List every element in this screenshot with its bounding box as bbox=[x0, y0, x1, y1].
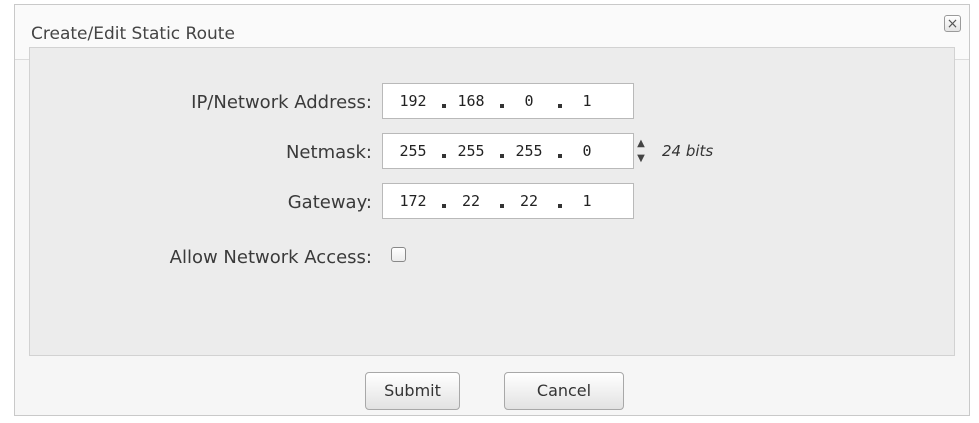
allow-network-access-checkbox[interactable] bbox=[391, 247, 406, 262]
octet-separator bbox=[500, 154, 504, 158]
ip-octet-2[interactable]: 168 bbox=[451, 84, 491, 118]
gateway-octet-3[interactable]: 22 bbox=[509, 184, 549, 218]
octet-separator bbox=[500, 104, 504, 108]
cancel-button[interactable]: Cancel bbox=[504, 372, 624, 410]
gateway-row: Gateway: 172 22 22 1 bbox=[30, 183, 956, 219]
octet-separator bbox=[558, 204, 562, 208]
netmask-input[interactable]: 255 255 255 0 bbox=[382, 133, 634, 169]
octet-separator bbox=[558, 154, 562, 158]
octet-separator bbox=[558, 104, 562, 108]
dialog-footer: Submit Cancel bbox=[15, 357, 969, 415]
static-route-dialog: Create/Edit Static Route × IP/Network Ad… bbox=[14, 4, 970, 416]
allow-network-access-label: Allow Network Access: bbox=[169, 247, 372, 268]
octet-separator bbox=[442, 204, 446, 208]
allow-network-access-row: Allow Network Access: bbox=[30, 238, 956, 274]
ip-address-input[interactable]: 192 168 0 1 bbox=[382, 83, 634, 119]
ip-octet-1[interactable]: 192 bbox=[393, 84, 433, 118]
netmask-row: Netmask: 255 255 255 0 ▲ ▼ 24 bits bbox=[30, 133, 956, 169]
netmask-octet-1[interactable]: 255 bbox=[393, 134, 433, 168]
netmask-bits-label: 24 bits bbox=[662, 142, 714, 160]
dialog-title: Create/Edit Static Route bbox=[31, 24, 235, 44]
submit-button[interactable]: Submit bbox=[365, 372, 460, 410]
ip-address-row: IP/Network Address: 192 168 0 1 bbox=[30, 83, 956, 119]
ip-octet-3[interactable]: 0 bbox=[509, 84, 549, 118]
octet-separator bbox=[442, 104, 446, 108]
chevron-up-icon[interactable]: ▲ bbox=[634, 137, 648, 150]
gateway-label: Gateway: bbox=[287, 192, 372, 213]
netmask-spinner[interactable]: ▲ ▼ bbox=[634, 137, 648, 165]
octet-separator bbox=[442, 154, 446, 158]
close-icon[interactable]: × bbox=[944, 15, 961, 32]
chevron-down-icon[interactable]: ▼ bbox=[634, 152, 648, 165]
gateway-octet-4[interactable]: 1 bbox=[567, 184, 607, 218]
netmask-octet-3[interactable]: 255 bbox=[509, 134, 549, 168]
form-panel: IP/Network Address: 192 168 0 1 Netmask:… bbox=[29, 47, 955, 356]
gateway-octet-2[interactable]: 22 bbox=[451, 184, 491, 218]
ip-address-label: IP/Network Address: bbox=[191, 92, 372, 113]
gateway-octet-1[interactable]: 172 bbox=[393, 184, 433, 218]
netmask-octet-2[interactable]: 255 bbox=[451, 134, 491, 168]
ip-octet-4[interactable]: 1 bbox=[567, 84, 607, 118]
octet-separator bbox=[500, 204, 504, 208]
netmask-octet-4[interactable]: 0 bbox=[567, 134, 607, 168]
gateway-input[interactable]: 172 22 22 1 bbox=[382, 183, 634, 219]
netmask-label: Netmask: bbox=[285, 142, 372, 163]
